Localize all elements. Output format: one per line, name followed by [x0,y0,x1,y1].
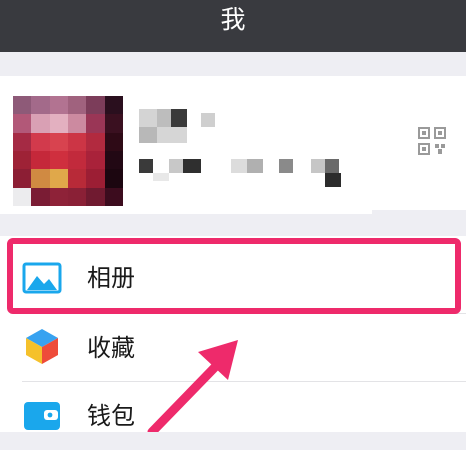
menu-item-wallet[interactable]: 钱包 [0,382,466,450]
page-title: 我 [220,5,246,34]
blurred-pixel [247,159,263,173]
wallet-icon [24,402,60,430]
top-navbar: 我 [0,0,466,52]
favorites-cube-icon [26,329,58,364]
blurred-pixel [171,109,187,127]
blurred-pixel [157,109,171,127]
avatar[interactable] [13,96,123,206]
blurred-pixel [201,113,215,127]
menu-item-favorites[interactable]: 收藏 [0,314,466,382]
blurred-pixel [169,159,183,173]
blurred-pixel [311,159,325,173]
qr-code-icon[interactable] [418,127,446,155]
blurred-pixel [183,159,201,173]
profile-card[interactable] [0,76,466,214]
blurred-pixel [231,159,247,173]
menu-item-label: 收藏 [87,334,135,362]
blurred-pixel [139,109,157,127]
blurred-pixel [139,127,157,143]
blurred-pixel [139,159,153,173]
blurred-pixel [279,159,293,173]
highlight-annotation [7,238,461,314]
blurred-pixel [325,159,339,173]
blurred-pixel [157,127,187,143]
card-edge [372,210,466,214]
blurred-pixel [153,173,169,181]
blurred-pixel [325,173,341,187]
menu-item-label: 钱包 [87,402,135,430]
